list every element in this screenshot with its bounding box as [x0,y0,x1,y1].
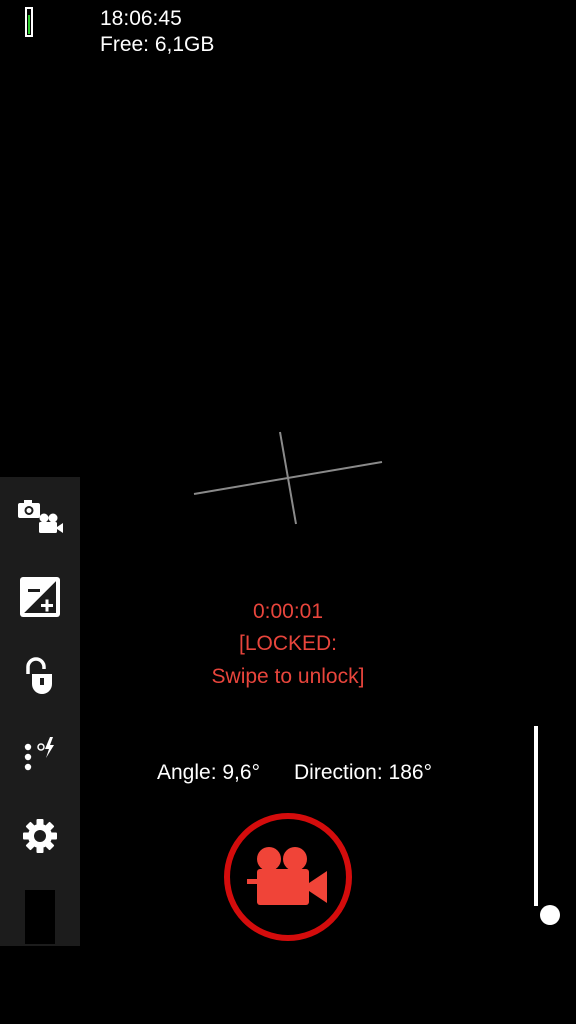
video-camera-icon [247,847,327,905]
zoom-track[interactable] [534,726,538,906]
free-storage-text: Free: 6,1GB [100,33,215,56]
level-crosshair [193,431,383,525]
battery-level-fill [28,15,30,34]
gear-icon [23,819,57,853]
exposure-lock-button[interactable] [0,646,80,706]
recording-elapsed-time: 0:00:01 [252,600,324,623]
left-toolbar [0,477,80,946]
gallery-thumbnail[interactable] [25,890,55,944]
settings-button[interactable] [0,806,80,866]
exposure-compensation-button[interactable] [0,567,80,627]
switch-photo-video-button[interactable] [0,487,80,547]
zoom-slider[interactable] [520,724,560,928]
locked-label: [LOCKED: [238,632,338,655]
angle-text: Angle: 9,6° [157,761,260,784]
swipe-to-unlock-label[interactable]: Swipe to unlock] [150,664,426,690]
record-stop-button[interactable] [224,813,352,941]
zoom-thumb[interactable] [540,905,560,925]
flash-mode-button[interactable] [0,726,80,786]
flash-auto-icon [24,737,54,771]
exposure-lock-icon [26,657,52,694]
direction-text: Direction: 186° [294,761,432,784]
clock-text: 18:06:45 [100,7,182,30]
camera-video-switch-icon [18,500,63,533]
battery-indicator [25,7,33,37]
exposure-icon [20,577,60,617]
